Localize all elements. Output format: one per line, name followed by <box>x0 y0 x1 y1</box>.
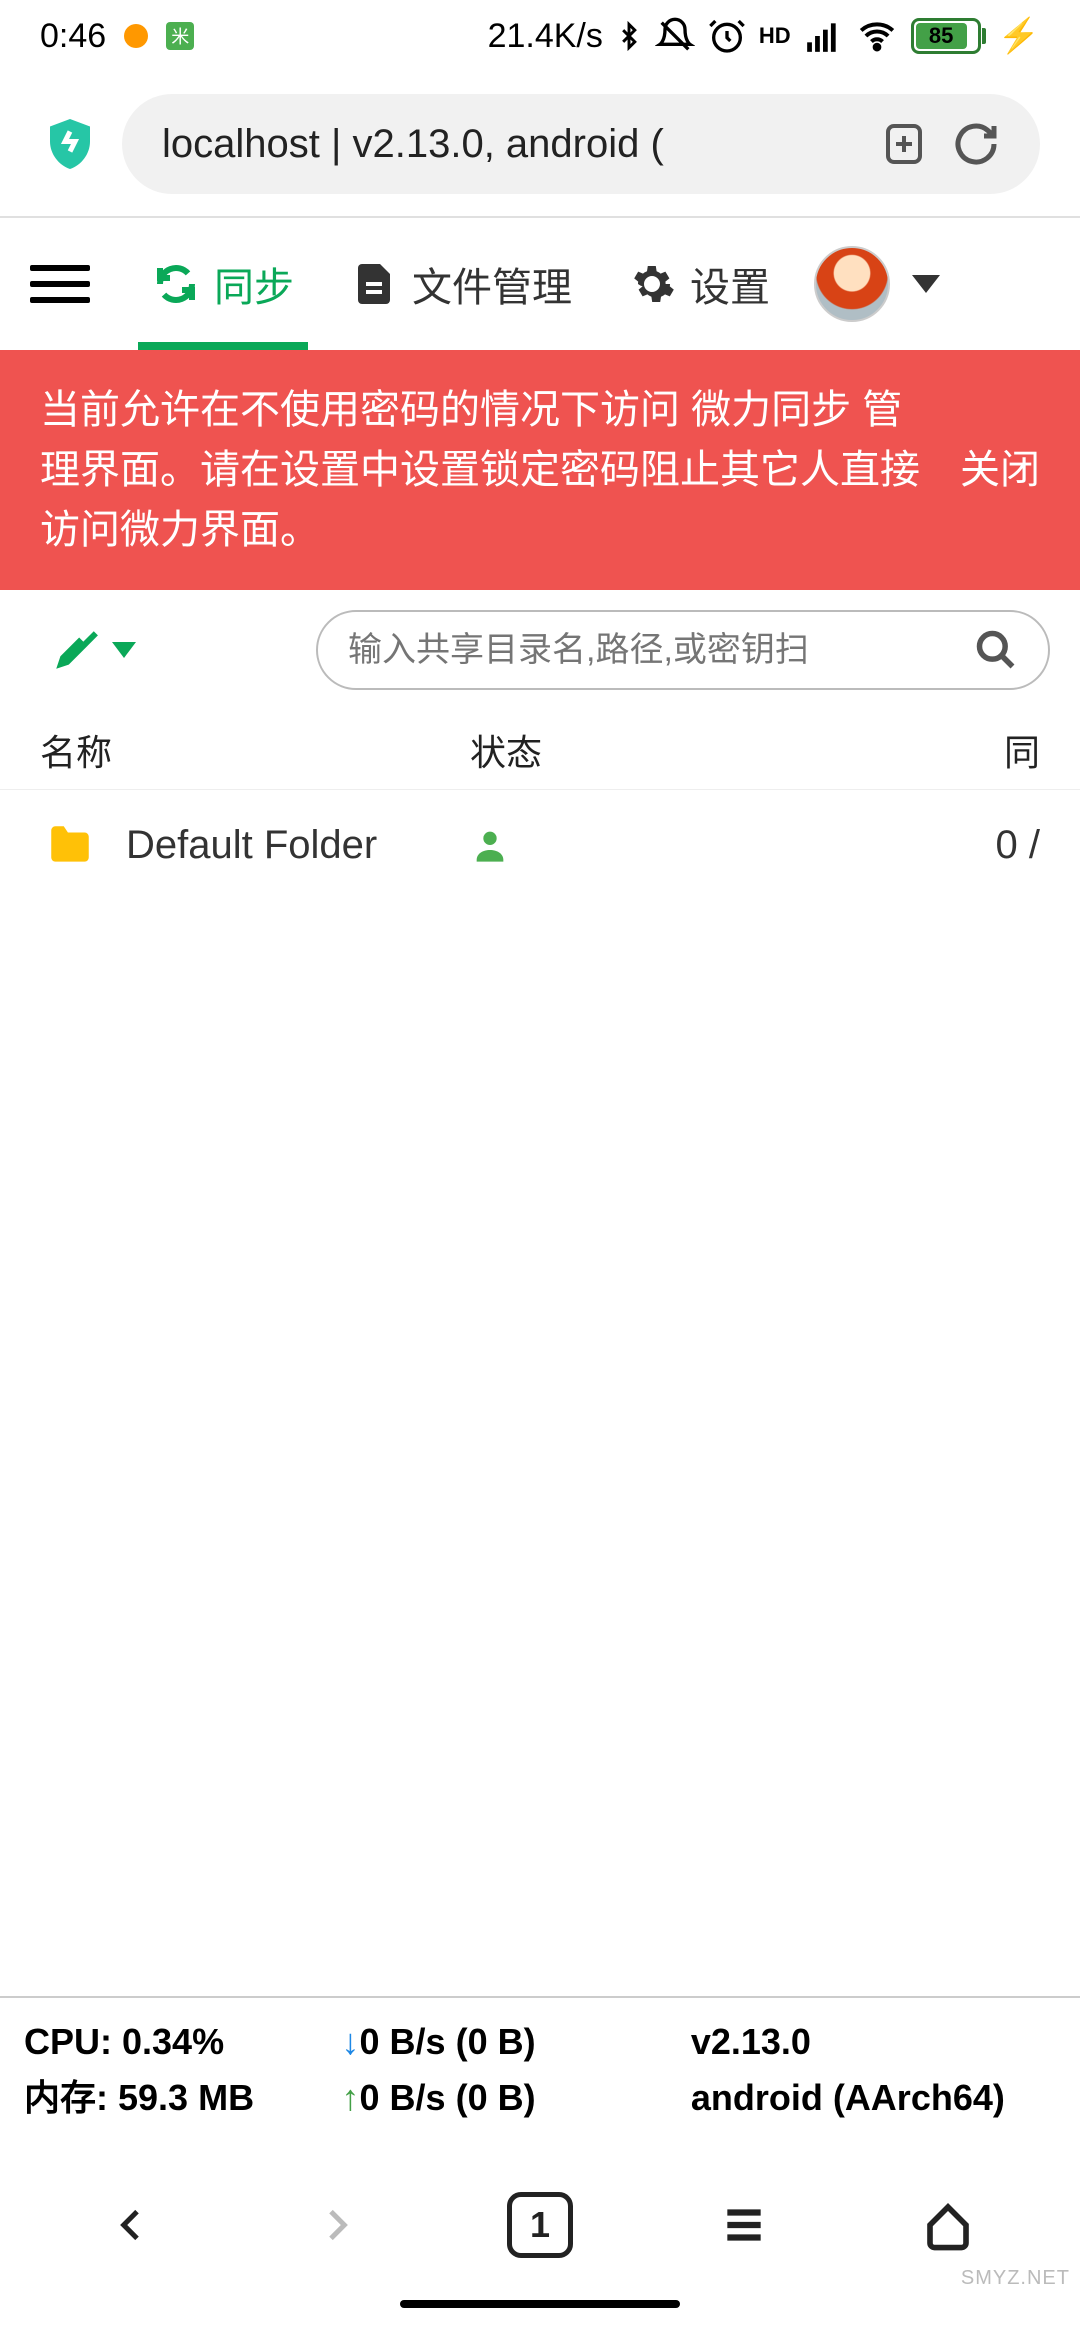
signal-icon <box>803 17 843 55</box>
search-icon[interactable] <box>974 628 1018 672</box>
footer-stats: CPU: 0.34% 内存: 59.3 MB ↓0 B/s (0 B) ↑0 B… <box>0 1996 1080 2150</box>
download-arrow-icon: ↓ <box>342 2021 360 2062</box>
folder-icon <box>40 820 100 870</box>
tab-settings[interactable]: 设置 <box>604 218 794 350</box>
avatar[interactable] <box>814 246 890 322</box>
gear-icon <box>628 260 676 308</box>
wifi-icon <box>855 17 899 55</box>
chevron-down-icon[interactable] <box>912 275 940 293</box>
person-icon <box>470 825 510 865</box>
col-name: 名称 <box>40 724 470 776</box>
row-name: Default Folder <box>126 823 470 868</box>
menu-button[interactable] <box>704 2185 784 2265</box>
sync-icon <box>152 260 200 308</box>
net-speed: 21.4K/s <box>488 17 603 56</box>
mem-label: 内存: <box>24 2077 108 2118</box>
home-button[interactable] <box>908 2185 988 2265</box>
browser-url-bar: localhost | v2.13.0, android ( <box>0 72 1080 216</box>
status-bar: 0:46 米 21.4K/s HD 85 ⚡ <box>0 0 1080 72</box>
tab-sync[interactable]: 同步 <box>128 218 318 350</box>
cpu-label: CPU: <box>24 2021 112 2062</box>
col-status: 状态 <box>470 724 940 776</box>
file-icon <box>350 260 398 308</box>
tools-dropdown[interactable] <box>30 625 156 675</box>
upload-arrow-icon: ↑ <box>342 2077 360 2118</box>
gesture-bar <box>0 2300 1080 2340</box>
search-box[interactable] <box>316 610 1050 690</box>
upload-speed: 0 B/s (0 B) <box>360 2077 536 2118</box>
browser-bottom-nav: 1 <box>0 2150 1080 2300</box>
tools-icon <box>50 625 100 675</box>
hd-icon: HD <box>759 23 791 49</box>
cpu-value: 0.34% <box>122 2021 224 2062</box>
app-badge-icon: 米 <box>166 22 194 50</box>
back-button[interactable] <box>92 2185 172 2265</box>
banner-close-button[interactable]: 关闭 <box>960 440 1040 500</box>
mem-value: 59.3 MB <box>118 2077 254 2118</box>
battery-icon: 85 <box>911 18 986 54</box>
row-status <box>470 825 940 865</box>
watermark: SMYZ.NET <box>961 2267 1070 2290</box>
empty-content <box>0 900 1080 1996</box>
tab-settings-label: 设置 <box>690 255 770 313</box>
tab-files[interactable]: 文件管理 <box>326 218 596 350</box>
search-input[interactable] <box>348 631 958 670</box>
top-tabs: 同步 文件管理 设置 <box>0 218 1080 350</box>
table-header: 名称 状态 同 <box>0 710 1080 790</box>
tab-files-label: 文件管理 <box>412 255 572 313</box>
charging-icon: ⚡ <box>998 16 1040 56</box>
platform-text: android (AArch64) <box>691 2077 1005 2118</box>
bookmark-add-icon[interactable] <box>880 120 928 168</box>
col-peer: 同 <box>940 724 1040 776</box>
download-speed: 0 B/s (0 B) <box>360 2021 536 2062</box>
tabs-button[interactable]: 1 <box>500 2185 580 2265</box>
alarm-icon <box>707 16 747 56</box>
forward-button[interactable] <box>296 2185 376 2265</box>
menu-icon[interactable] <box>30 254 90 314</box>
list-toolbar <box>0 590 1080 710</box>
url-text: localhost | v2.13.0, android ( <box>162 122 856 167</box>
status-time: 0:46 <box>40 17 106 56</box>
banner-text: 当前允许在不使用密码的情况下访问 微力同步 管理界面。请在设置中设置锁定密码阻止… <box>40 380 930 560</box>
warning-banner: 当前允许在不使用密码的情况下访问 微力同步 管理界面。请在设置中设置锁定密码阻止… <box>0 350 1080 590</box>
reload-icon[interactable] <box>952 120 1000 168</box>
dnd-icon <box>655 16 695 56</box>
url-pill[interactable]: localhost | v2.13.0, android ( <box>122 94 1040 194</box>
row-peer: 0 / <box>940 823 1040 868</box>
shield-icon <box>40 109 100 179</box>
version-text: v2.13.0 <box>691 2021 811 2062</box>
bluetooth-icon <box>615 16 643 56</box>
chevron-down-icon <box>112 642 136 658</box>
table-row[interactable]: Default Folder 0 / <box>0 790 1080 900</box>
notification-dot-icon <box>124 24 148 48</box>
tab-count: 1 <box>507 2192 573 2258</box>
tab-sync-label: 同步 <box>214 255 294 313</box>
